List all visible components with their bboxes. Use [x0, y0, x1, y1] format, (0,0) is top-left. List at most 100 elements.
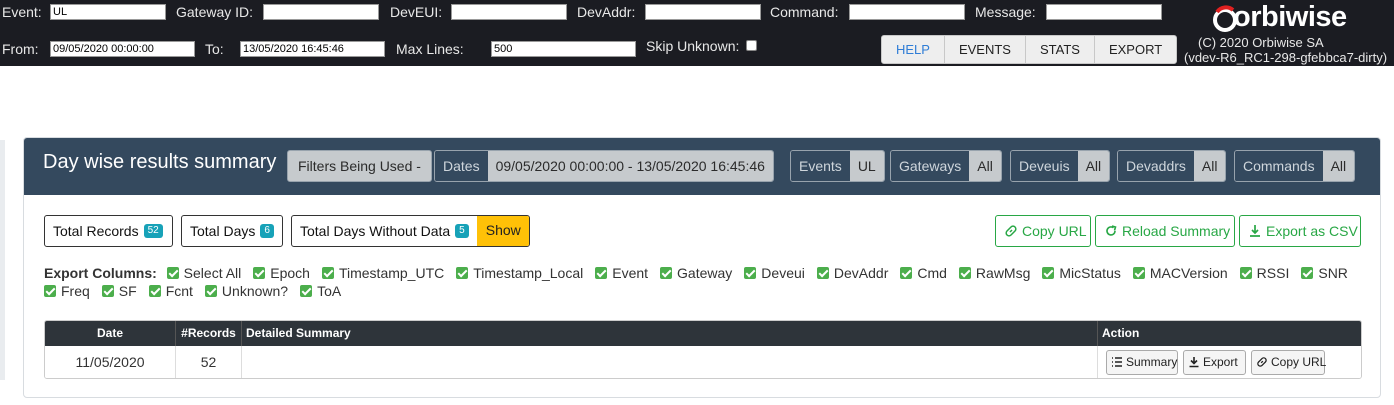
list-icon: [1112, 357, 1122, 367]
row-action: Summary Export Copy URL: [1098, 346, 1361, 378]
download-icon: [1250, 225, 1260, 237]
filter-commands: Commands All: [1234, 150, 1356, 182]
checkbox-checked-icon: [660, 267, 673, 279]
checkbox-checked-icon: [148, 285, 161, 297]
row-date: 11/05/2020: [45, 346, 176, 378]
export-column-label: Fcnt: [165, 283, 193, 299]
export-column-label: RawMsg: [975, 265, 1031, 281]
checkbox-checked-icon: [166, 267, 179, 279]
checkbox-checked-icon: [44, 285, 56, 297]
deveui-label: DevEUI:: [390, 4, 443, 20]
header-date: Date: [45, 321, 176, 346]
devaddr-input[interactable]: [645, 4, 761, 20]
reload-summary-label: Reload Summary: [1122, 223, 1231, 239]
filter-gateways-value: All: [969, 151, 1001, 181]
filter-dates: Dates 09/05/2020 00:00:00 - 13/05/2020 1…: [434, 150, 774, 182]
help-button[interactable]: HELP: [882, 36, 945, 63]
filter-gateways-key: Gateways: [891, 151, 970, 181]
gateway-id-input[interactable]: [263, 4, 379, 20]
export-button[interactable]: EXPORT: [1095, 36, 1176, 63]
export-column-label: MACVersion: [1149, 265, 1228, 281]
export-column-checkbox[interactable]: MicStatus: [1042, 265, 1121, 281]
export-csv-button[interactable]: Export as CSV: [1239, 215, 1361, 247]
filter-devaddrs: Devaddrs All: [1117, 150, 1227, 182]
export-column-checkbox[interactable]: ToA: [300, 283, 341, 299]
export-column-checkbox[interactable]: SF: [101, 283, 137, 299]
filter-deveuis-key: Deveuis: [1011, 151, 1078, 181]
export-column-checkbox[interactable]: Deveui: [744, 265, 805, 281]
events-button[interactable]: EVENTS: [945, 36, 1026, 63]
export-column-checkbox[interactable]: Event: [595, 265, 648, 281]
from-label: From:: [2, 41, 39, 57]
checkbox-checked-icon: [101, 285, 114, 297]
export-column-label: RSSI: [1256, 265, 1290, 281]
from-date-input[interactable]: [50, 41, 195, 57]
filters-being-used-label: Filters Being Used -: [287, 150, 432, 182]
export-column-label: Unknown?: [221, 283, 289, 299]
reload-summary-button[interactable]: Reload Summary: [1095, 215, 1235, 247]
export-column-checkbox[interactable]: Select All: [166, 265, 241, 281]
row-summary-label: Summary: [1126, 355, 1178, 369]
filter-events: Events UL: [790, 150, 885, 182]
export-column-label: DevAddr: [833, 265, 889, 281]
checkbox-checked-icon: [300, 285, 313, 297]
export-column-checkbox[interactable]: DevAddr: [816, 265, 889, 281]
export-column-checkbox[interactable]: SNR: [1301, 265, 1348, 281]
copy-url-button[interactable]: Copy URL: [995, 215, 1091, 247]
checkbox-checked-icon: [900, 267, 913, 279]
export-column-checkbox[interactable]: Fcnt: [148, 283, 193, 299]
refresh-icon: [1106, 225, 1117, 236]
event-label: Event:: [2, 4, 42, 20]
export-column-label: MicStatus: [1059, 265, 1121, 281]
gateway-id-label: Gateway ID:: [176, 4, 254, 20]
export-column-checkbox[interactable]: RawMsg: [958, 265, 1031, 281]
deveui-input[interactable]: [451, 4, 567, 20]
command-input[interactable]: [849, 4, 965, 20]
row-copy-url-label: Copy URL: [1271, 355, 1327, 369]
export-column-checkbox[interactable]: MACVersion: [1132, 265, 1228, 281]
filter-gateways: Gateways All: [890, 150, 1002, 182]
show-button[interactable]: Show: [476, 216, 529, 246]
export-column-checkbox[interactable]: Timestamp_UTC: [321, 265, 444, 281]
to-date-input[interactable]: [240, 41, 385, 57]
export-column-checkbox[interactable]: Unknown?: [204, 283, 289, 299]
filter-deveuis: Deveuis All: [1010, 150, 1111, 182]
row-copy-url-button[interactable]: Copy URL: [1251, 350, 1327, 375]
filter-commands-value: All: [1322, 151, 1355, 181]
filter-dates-value: 09/05/2020 00:00:00 - 13/05/2020 16:45:4…: [487, 151, 773, 181]
checkbox-checked-icon: [1042, 267, 1055, 279]
event-input[interactable]: [50, 4, 166, 20]
stats-button[interactable]: STATS: [1026, 36, 1095, 63]
export-column-checkbox[interactable]: Freq: [44, 283, 90, 299]
summary-card: Day wise results summary Filters Being U…: [23, 137, 1381, 398]
checkbox-checked-icon: [321, 267, 334, 279]
export-csv-label: Export as CSV: [1266, 223, 1358, 239]
checkbox-checked-icon: [816, 267, 829, 279]
download-icon: [1189, 357, 1199, 368]
export-column-checkbox[interactable]: Cmd: [900, 265, 947, 281]
filter-deveuis-value: All: [1077, 151, 1110, 181]
row-summary-button[interactable]: Summary: [1106, 350, 1178, 375]
skip-unknown-checkbox[interactable]: [746, 40, 757, 51]
export-column-checkbox[interactable]: Epoch: [253, 265, 310, 281]
link-icon: [1257, 357, 1267, 367]
checkbox-checked-icon: [1239, 267, 1252, 279]
page-title: Day wise results summary: [43, 151, 277, 173]
message-input[interactable]: [1046, 4, 1162, 20]
export-column-checkbox[interactable]: RSSI: [1239, 265, 1290, 281]
checkbox-checked-icon: [253, 267, 266, 279]
total-records-pill: Total Records 52: [44, 215, 173, 247]
table-header: Date #Records Detailed Summary Action: [45, 321, 1361, 346]
export-column-label: Gateway: [677, 265, 733, 281]
days-without-data-badge: 5: [455, 224, 469, 238]
checkbox-checked-icon: [744, 267, 757, 279]
row-export-button[interactable]: Export: [1183, 350, 1246, 375]
table-row: 11/05/2020 52 Summary Export Copy URL: [45, 346, 1361, 378]
filter-commands-key: Commands: [1235, 151, 1323, 181]
export-column-label: SF: [118, 283, 137, 299]
export-column-label: Cmd: [917, 265, 947, 281]
max-lines-input[interactable]: [491, 41, 636, 57]
export-column-checkbox[interactable]: Gateway: [660, 265, 732, 281]
export-column-label: SNR: [1318, 265, 1348, 281]
export-column-checkbox[interactable]: Timestamp_Local: [456, 265, 583, 281]
